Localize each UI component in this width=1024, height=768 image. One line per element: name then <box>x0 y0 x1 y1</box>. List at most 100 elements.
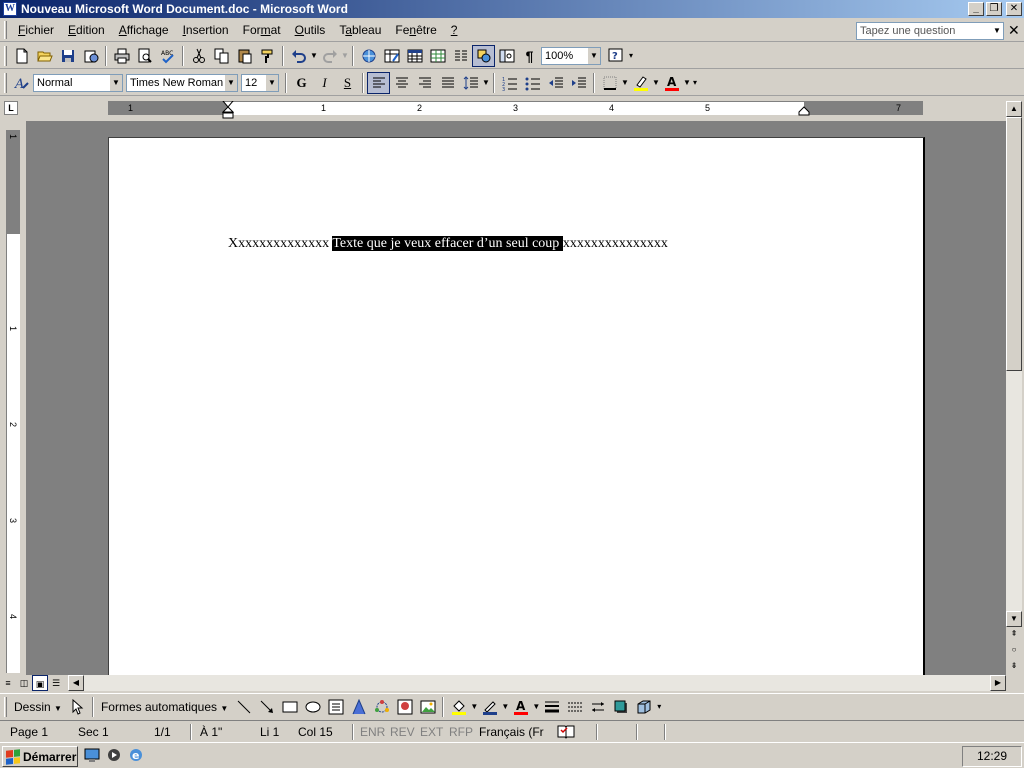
restore-button[interactable]: ❐ <box>986 2 1002 16</box>
text-box-button[interactable] <box>324 696 347 718</box>
show-hide-button[interactable]: ¶ <box>518 45 541 67</box>
menu-edition[interactable]: Edition <box>61 19 112 41</box>
line-tool-button[interactable] <box>232 696 255 718</box>
drawing-button[interactable] <box>472 44 495 67</box>
spelling-button[interactable]: ABC <box>156 45 179 67</box>
insert-table-button[interactable] <box>403 45 426 67</box>
arrow-style-button[interactable] <box>586 696 609 718</box>
taskbar-window-area[interactable] <box>158 746 758 767</box>
start-button[interactable]: Démarrer <box>2 746 78 767</box>
font-dropdown-icon[interactable]: ▼ <box>225 74 237 91</box>
select-objects-button[interactable] <box>66 696 89 718</box>
menu-format[interactable]: Format <box>236 19 288 41</box>
vertical-scrollbar[interactable]: ▲ ▼ ⇞ ○ ⇟ <box>1006 101 1022 675</box>
toolbar-options-icon[interactable]: ▾ <box>627 51 635 60</box>
menu-tableau[interactable]: Tableau <box>332 19 388 41</box>
rectangle-tool-button[interactable] <box>278 696 301 718</box>
ask-question-input[interactable]: Tapez une question ▼ <box>856 22 1004 40</box>
fill-color-dropdown-icon[interactable]: ▼ <box>470 702 478 711</box>
status-extend[interactable]: EXT <box>420 725 443 739</box>
cut-button[interactable] <box>187 45 210 67</box>
menu-help[interactable]: ? <box>444 19 465 41</box>
horizontal-scrollbar[interactable]: ◀ ▶ <box>68 675 1006 691</box>
horizontal-ruler[interactable]: 1 1 2 3 4 5 7 <box>108 101 923 119</box>
toolbar-grip[interactable] <box>4 72 7 93</box>
menu-affichage[interactable]: Affichage <box>112 19 176 41</box>
outline-view-icon[interactable]: ☰ <box>48 675 64 691</box>
styles-formatting-button[interactable]: A <box>10 72 33 94</box>
browse-object-icon[interactable]: ○ <box>1006 643 1022 659</box>
scroll-up-icon[interactable]: ▲ <box>1006 101 1022 117</box>
align-right-button[interactable] <box>413 72 436 94</box>
status-overtype[interactable]: RFP <box>449 725 473 739</box>
font-color-button[interactable]: A <box>660 72 683 94</box>
style-dropdown-icon[interactable]: ▼ <box>110 74 122 91</box>
close-document-button[interactable]: ✕ <box>1008 22 1020 38</box>
help-button[interactable]: ? <box>604 45 627 67</box>
zoom-select[interactable]: 100% ▼ <box>541 46 601 65</box>
redo-dropdown-icon[interactable]: ▼ <box>341 51 349 60</box>
toolbar-options-icon[interactable]: ▾ <box>691 78 699 87</box>
open-button[interactable] <box>33 45 56 67</box>
italic-button[interactable]: I <box>313 72 336 94</box>
menu-fichier[interactable]: Fichier <box>11 19 61 41</box>
menu-grip[interactable] <box>4 20 7 39</box>
redo-button[interactable] <box>318 45 341 67</box>
3d-style-button[interactable] <box>632 696 655 718</box>
insert-excel-button[interactable] <box>426 45 449 67</box>
oval-tool-button[interactable] <box>301 696 324 718</box>
arrow-tool-button[interactable] <box>255 696 278 718</box>
previous-page-icon[interactable]: ⇞ <box>1006 627 1022 643</box>
word-app-icon[interactable]: W <box>3 2 17 16</box>
paste-button[interactable] <box>233 45 256 67</box>
menu-fenetre[interactable]: Fenêtre <box>388 19 443 41</box>
normal-view-icon[interactable]: ≡ <box>0 675 16 691</box>
scroll-down-icon[interactable]: ▼ <box>1006 611 1022 627</box>
line-color-button[interactable] <box>478 696 501 718</box>
text-after-selection[interactable]: xxxxxxxxxxxxxxx <box>563 236 668 251</box>
status-track-changes[interactable]: REV <box>390 725 415 739</box>
vertical-scroll-thumb[interactable] <box>1006 117 1022 371</box>
document-page[interactable]: Xxxxxxxxxxxxxx Texte que je veux effacer… <box>108 137 925 675</box>
toolbar-grip[interactable] <box>4 696 7 717</box>
next-page-icon[interactable]: ⇟ <box>1006 659 1022 675</box>
menu-outils[interactable]: Outils <box>288 19 333 41</box>
line-style-button[interactable] <box>540 696 563 718</box>
zoom-dropdown-icon[interactable]: ▼ <box>588 47 600 64</box>
line-spacing-button[interactable] <box>459 72 482 94</box>
print-layout-view-icon[interactable]: ▣ <box>32 675 48 691</box>
borders-button[interactable] <box>598 72 621 94</box>
font-size-select[interactable]: 12 ▼ <box>241 73 279 92</box>
web-layout-view-icon[interactable]: ◫ <box>16 675 32 691</box>
system-tray-clock[interactable]: 12:29 <box>962 746 1022 767</box>
print-preview-button[interactable] <box>133 45 156 67</box>
indent-marker-icon[interactable] <box>222 101 234 119</box>
columns-button[interactable] <box>449 45 472 67</box>
fill-color-button[interactable] <box>447 696 470 718</box>
line-spacing-dropdown-icon[interactable]: ▼ <box>482 78 490 87</box>
strikethrough-button[interactable]: S <box>336 72 359 94</box>
menu-insertion[interactable]: Insertion <box>176 19 236 41</box>
toolbar-grip[interactable] <box>4 45 7 66</box>
borders-dropdown-icon[interactable]: ▼ <box>621 78 629 87</box>
undo-button[interactable] <box>287 45 310 67</box>
style-select[interactable]: Normal ▼ <box>33 73 123 92</box>
status-record-macro[interactable]: ENR <box>360 725 385 739</box>
insert-picture-button[interactable] <box>416 696 439 718</box>
undo-dropdown-icon[interactable]: ▼ <box>310 51 318 60</box>
bullets-button[interactable] <box>521 72 544 94</box>
drawing-font-color-button[interactable]: A <box>509 696 532 718</box>
align-left-button[interactable] <box>367 71 390 94</box>
decrease-indent-button[interactable] <box>544 72 567 94</box>
save-button[interactable] <box>56 45 79 67</box>
ask-question-dropdown-icon[interactable]: ▼ <box>991 23 1003 39</box>
document-map-button[interactable] <box>495 45 518 67</box>
font-color-dropdown-icon[interactable]: ▼ <box>683 78 691 87</box>
numbering-button[interactable]: 123 <box>498 72 521 94</box>
new-document-button[interactable] <box>10 45 33 67</box>
justify-button[interactable] <box>436 72 459 94</box>
format-painter-button[interactable] <box>256 45 279 67</box>
highlight-dropdown-icon[interactable]: ▼ <box>652 78 660 87</box>
minimize-button[interactable]: _ <box>968 2 984 16</box>
scroll-right-icon[interactable]: ▶ <box>990 675 1006 691</box>
